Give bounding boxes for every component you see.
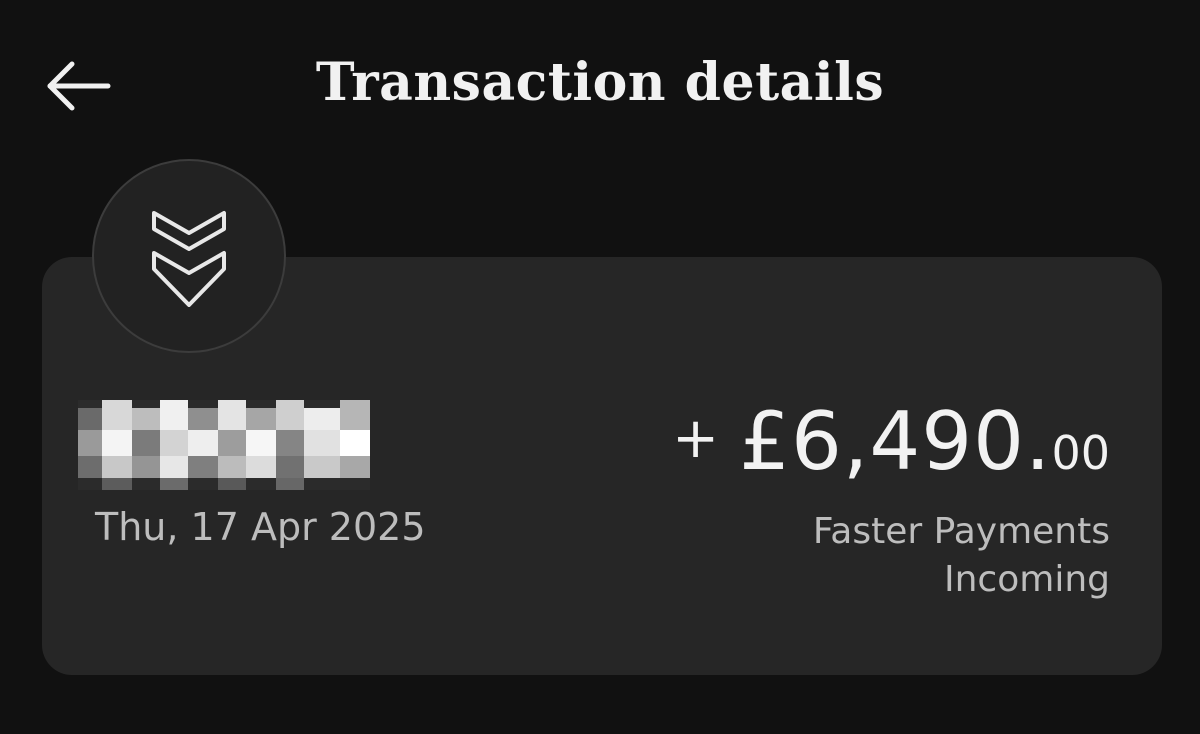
merchant-name-redacted <box>78 400 370 490</box>
payment-type: Faster Payments Incoming <box>813 508 1110 604</box>
amount-sign: + <box>672 406 720 471</box>
amount-decimal: 00 <box>1051 426 1110 480</box>
payment-method-label: Faster Payments <box>812 511 1110 552</box>
transaction-date: Thu, 17 Apr 2025 <box>95 505 426 549</box>
transaction-amount: + £6,490.00 <box>672 395 1110 488</box>
amount-main: £6,490. <box>739 395 1052 488</box>
payment-direction-label: Incoming <box>944 559 1110 600</box>
page-title: Transaction details <box>315 52 885 113</box>
merchant-logo <box>92 159 286 353</box>
top-bar: Transaction details <box>0 0 1200 175</box>
pixelated-redaction <box>78 400 370 490</box>
double-chevron-down-icon <box>152 211 226 307</box>
merchant-name-text <box>78 400 79 401</box>
